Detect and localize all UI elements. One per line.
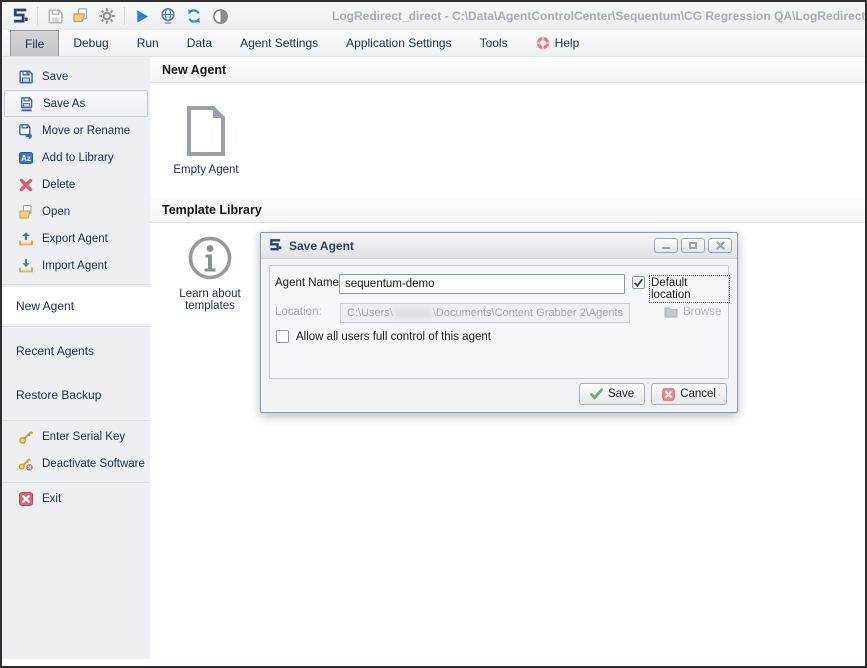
menu-agent-settings[interactable]: Agent Settings bbox=[226, 30, 332, 56]
browse-button[interactable]: Browse bbox=[664, 306, 721, 318]
sidebar-separator bbox=[2, 326, 150, 327]
dialog-button-row: Save Cancel bbox=[579, 383, 727, 405]
sidebar-gap bbox=[2, 415, 150, 418]
menu-application-settings[interactable]: Application Settings bbox=[332, 30, 465, 56]
app-logo-icon bbox=[268, 238, 283, 253]
move-rename-icon bbox=[18, 123, 34, 139]
empty-agent-tile[interactable]: Empty Agent bbox=[160, 105, 252, 176]
life-buoy-icon bbox=[536, 36, 550, 50]
save-button[interactable]: Save bbox=[579, 383, 645, 405]
sidebar-item-recent-agents[interactable]: Recent Agents bbox=[2, 331, 150, 371]
sidebar-item-export-agent[interactable]: Export Agent bbox=[2, 225, 150, 252]
add-to-library-icon: Az bbox=[18, 150, 34, 166]
save-icon[interactable] bbox=[42, 4, 68, 28]
dialog-title: Save Agent bbox=[289, 239, 651, 253]
menu-tools[interactable]: Tools bbox=[466, 30, 522, 56]
sidebar-item-enter-serial-key[interactable]: Enter Serial Key bbox=[2, 423, 150, 450]
default-location-label[interactable]: Default location bbox=[651, 277, 728, 301]
template-library-heading: Template Library bbox=[150, 197, 865, 223]
export-agent-icon bbox=[18, 231, 34, 247]
toolbar-separator bbox=[37, 7, 38, 25]
deactivate-key-icon bbox=[18, 456, 34, 472]
sidebar-gap bbox=[2, 279, 150, 282]
learn-about-templates-label: Learn about templates bbox=[179, 288, 240, 312]
save-icon bbox=[18, 69, 34, 85]
check-icon bbox=[590, 388, 603, 400]
sidebar-gap bbox=[2, 477, 150, 480]
cancel-x-icon bbox=[662, 388, 675, 401]
default-location-checkbox[interactable] bbox=[632, 276, 645, 289]
sidebar-item-exit[interactable]: Exit bbox=[2, 485, 150, 512]
agent-name-input[interactable] bbox=[339, 274, 625, 294]
sidebar-separator bbox=[2, 420, 150, 421]
toolbar-separator bbox=[124, 7, 125, 25]
learn-about-templates-tile[interactable]: Learn about templates bbox=[164, 235, 256, 312]
folder-icon bbox=[664, 306, 678, 318]
dialog-fields-group: Agent Name: Default location Location: C… bbox=[269, 265, 729, 379]
serial-key-icon bbox=[18, 429, 34, 445]
contrast-icon[interactable] bbox=[207, 4, 233, 28]
agent-name-label: Agent Name: bbox=[275, 277, 342, 289]
refresh-sync-icon[interactable] bbox=[181, 4, 207, 28]
window-title: LogRedirect_direct - C:\Data\AgentContro… bbox=[332, 2, 865, 30]
sidebar-item-deactivate-software[interactable]: Deactivate Software bbox=[2, 450, 150, 477]
empty-agent-label: Empty Agent bbox=[173, 164, 238, 176]
exit-icon bbox=[18, 491, 34, 507]
sidebar-separator bbox=[2, 284, 150, 285]
sidebar-item-open[interactable]: Open bbox=[2, 198, 150, 225]
sidebar-item-restore-backup[interactable]: Restore Backup bbox=[2, 375, 150, 415]
app-window: LogRedirect_direct - C:\Data\AgentContro… bbox=[0, 0, 867, 668]
dialog-title-bar: Save Agent bbox=[261, 233, 737, 259]
menu-run[interactable]: Run bbox=[123, 30, 173, 56]
run-play-icon[interactable] bbox=[129, 4, 155, 28]
minimize-icon[interactable] bbox=[654, 238, 678, 253]
settings-gear-icon[interactable] bbox=[94, 4, 120, 28]
menu-data[interactable]: Data bbox=[173, 30, 226, 56]
menu-file[interactable]: File bbox=[10, 30, 59, 56]
sidebar-separator bbox=[2, 482, 150, 483]
browser-globe-icon[interactable] bbox=[155, 4, 181, 28]
menu-help[interactable]: Help bbox=[522, 30, 594, 56]
sidebar-item-import-agent[interactable]: Import Agent bbox=[2, 252, 150, 279]
delete-icon bbox=[18, 177, 34, 193]
app-logo-icon bbox=[7, 4, 33, 28]
import-agent-icon bbox=[18, 258, 34, 274]
sidebar-item-new-agent[interactable]: New Agent bbox=[2, 287, 150, 324]
location-field: C:\Users\\Documents\Content Grabber 2\Ag… bbox=[340, 303, 630, 323]
empty-agent-document-icon bbox=[160, 105, 252, 157]
redacted-username bbox=[394, 308, 432, 319]
svg-text:Az: Az bbox=[21, 154, 31, 163]
info-icon bbox=[164, 235, 256, 281]
new-agent-heading: New Agent bbox=[150, 57, 865, 83]
open-file-icon[interactable] bbox=[68, 4, 94, 28]
sidebar-item-save-as[interactable]: Save As bbox=[4, 90, 148, 117]
file-menu-sidebar: Save Save As Move or Rename Az Add to Li… bbox=[2, 57, 150, 659]
cancel-button[interactable]: Cancel bbox=[651, 383, 727, 405]
maximize-icon[interactable] bbox=[681, 238, 705, 253]
save-as-icon bbox=[19, 96, 35, 112]
sidebar-item-add-to-library[interactable]: Az Add to Library bbox=[2, 144, 150, 171]
title-bar: LogRedirect_direct - C:\Data\AgentContro… bbox=[2, 2, 865, 30]
allow-full-control-label: Allow all users full control of this age… bbox=[296, 331, 491, 343]
open-folder-icon bbox=[18, 204, 34, 220]
allow-full-control-checkbox[interactable] bbox=[276, 330, 289, 343]
menu-debug[interactable]: Debug bbox=[59, 30, 122, 56]
save-agent-dialog: Save Agent Agent Name: Default location … bbox=[260, 232, 738, 413]
close-icon[interactable] bbox=[708, 238, 732, 253]
menu-bar: File Debug Run Data Agent Settings Appli… bbox=[2, 30, 865, 57]
sidebar-item-move-or-rename[interactable]: Move or Rename bbox=[2, 117, 150, 144]
location-label: Location: bbox=[275, 306, 322, 318]
sidebar-item-delete[interactable]: Delete bbox=[2, 171, 150, 198]
sidebar-item-save[interactable]: Save bbox=[2, 63, 150, 90]
